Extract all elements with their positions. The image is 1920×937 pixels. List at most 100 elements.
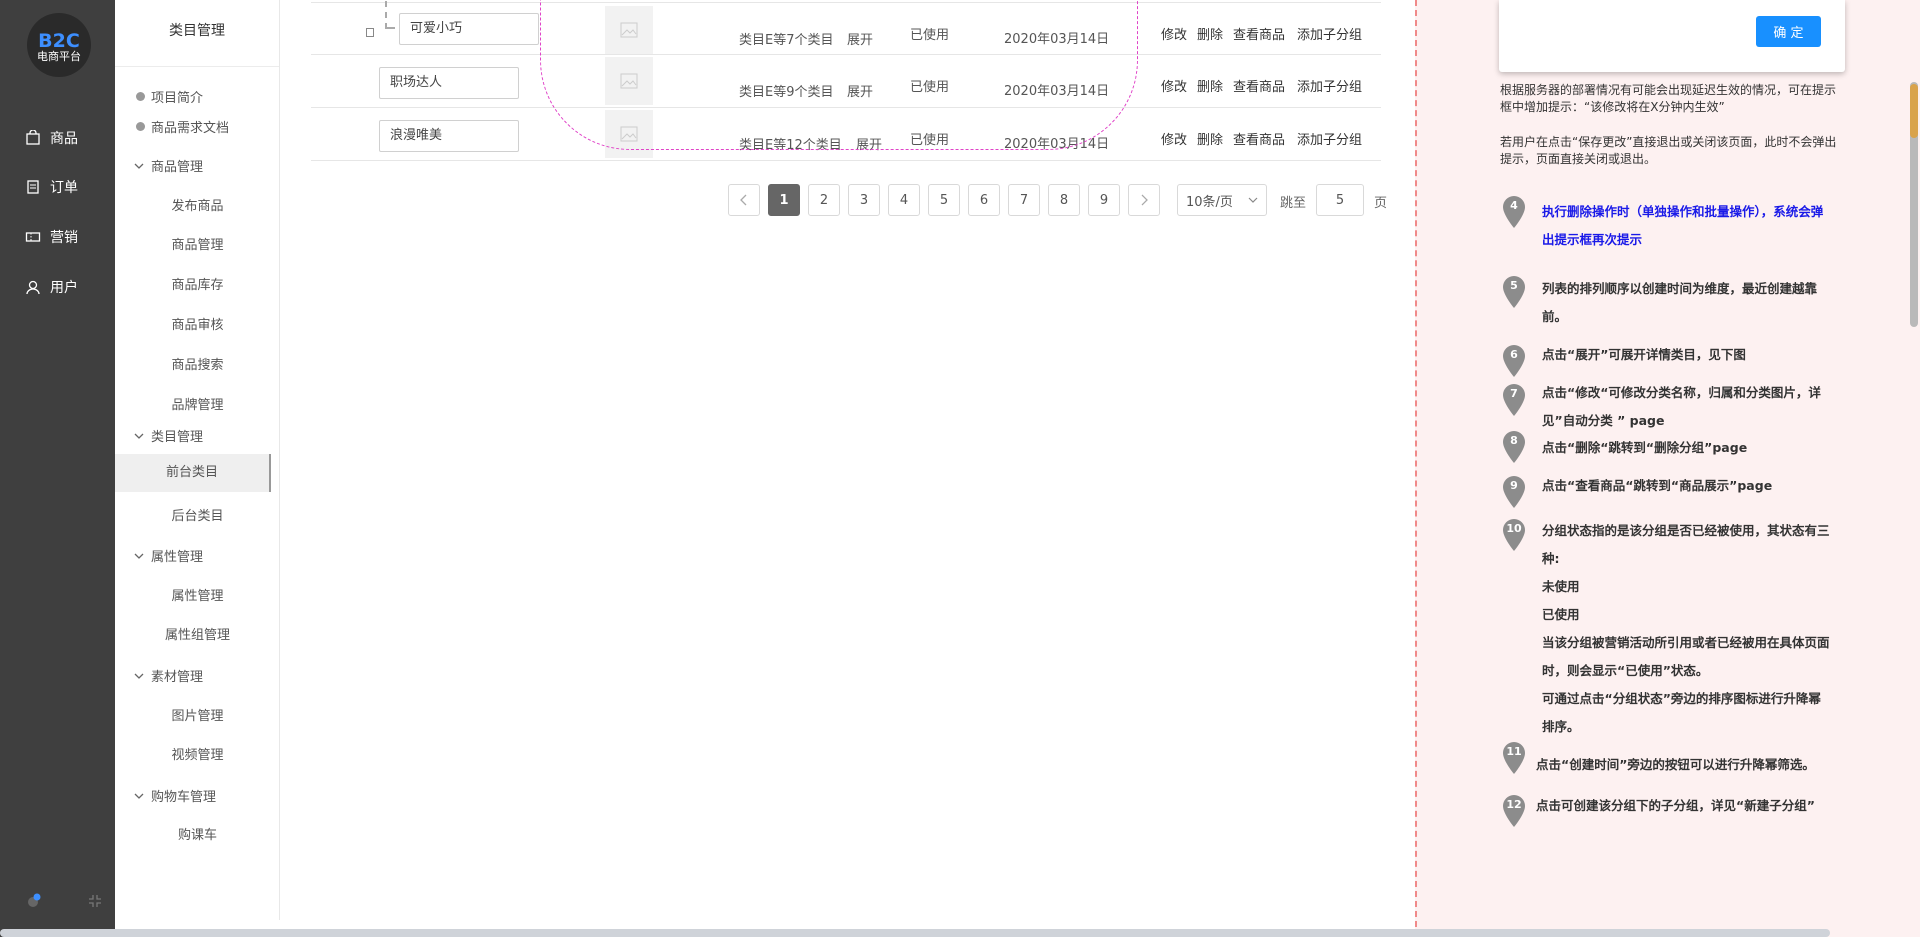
confirm-dialog: 确 定 [1499, 0, 1845, 72]
note-text: 列表的排列顺序以创建时间为维度，最近创建越靠前。 [1542, 281, 1818, 324]
chevron-down-icon [134, 673, 144, 679]
delete-link[interactable]: 删除 [1197, 24, 1223, 43]
table-row: 职场达人 类目E等9个类目 展开 已使用 2020年03月14日 修改 删除 查… [311, 55, 1381, 108]
nav-item-marketing[interactable]: 营销 [25, 224, 105, 250]
sidebar-item-review[interactable]: 商品审核 [115, 314, 280, 333]
annotation-pin: 4 [1502, 196, 1526, 228]
page-button[interactable]: 8 [1048, 184, 1080, 216]
category-name-field[interactable]: 可爱小巧 [399, 13, 539, 45]
edit-link[interactable]: 修改 [1161, 76, 1187, 95]
pin-number: 6 [1510, 348, 1518, 361]
expand-link[interactable]: 展开 [847, 29, 873, 48]
status-text: 已使用 [910, 80, 950, 95]
edit-link[interactable]: 修改 [1161, 24, 1187, 43]
sidebar-item-search[interactable]: 商品搜索 [115, 354, 280, 373]
annotation-pin: 6 [1502, 345, 1526, 377]
page-suffix: 页 [1374, 196, 1388, 211]
confirm-button[interactable]: 确 定 [1756, 16, 1821, 47]
jump-page-input[interactable]: 5 [1316, 184, 1364, 216]
chevron-down-icon [134, 553, 144, 559]
pin-number: 4 [1510, 199, 1518, 212]
page-button[interactable]: 7 [1008, 184, 1040, 216]
delete-link[interactable]: 删除 [1197, 76, 1223, 95]
category-name-field[interactable]: 浪漫唯美 [379, 120, 519, 152]
pin-number: 11 [1506, 745, 1522, 758]
sidebar-link-label: 商品需求文档 [151, 121, 230, 136]
nav-item-orders[interactable]: 订单 [25, 174, 105, 200]
edit-link[interactable]: 修改 [1161, 129, 1187, 148]
checkbox-icon[interactable] [366, 28, 374, 37]
sidebar-group-category[interactable]: 类目管理 [134, 426, 203, 445]
page-button[interactable]: 1 [768, 184, 800, 216]
help-icon[interactable] [25, 893, 41, 909]
page-button[interactable]: 2 [808, 184, 840, 216]
category-name-field[interactable]: 职场达人 [379, 67, 519, 99]
sidebar-item-front-category[interactable]: 前台类目 [115, 454, 271, 492]
add-subgroup-link[interactable]: 添加子分组 [1297, 129, 1362, 148]
view-goods-link[interactable]: 查看商品 [1233, 24, 1285, 43]
page-button[interactable]: 9 [1088, 184, 1120, 216]
annotation-pin: 7 [1502, 384, 1526, 416]
add-subgroup-link[interactable]: 添加子分组 [1297, 24, 1362, 43]
chevron-left-icon [740, 194, 747, 206]
scrollbar-thumb[interactable] [1910, 84, 1918, 138]
nav-label: 营销 [50, 230, 78, 246]
nav-item-users[interactable]: 用户 [25, 274, 105, 300]
sidebar-group-media[interactable]: 素材管理 [134, 666, 203, 685]
note-text: 点击“创建时间”旁边的按钮可以进行升降幂筛选。 [1536, 757, 1815, 772]
sidebar-item-videos[interactable]: 视频管理 [115, 744, 280, 763]
created-date: 2020年03月14日 [1004, 32, 1110, 47]
page-button[interactable]: 5 [928, 184, 960, 216]
sidebar-item-images[interactable]: 图片管理 [115, 705, 280, 724]
sidebar-item-attribute-group[interactable]: 属性组管理 [115, 624, 280, 643]
nav-item-goods[interactable]: 商品 [25, 125, 105, 151]
page-button[interactable]: 6 [968, 184, 1000, 216]
logo-text: B2C [38, 30, 80, 52]
sidebar-item-publish[interactable]: 发布商品 [115, 195, 280, 214]
created-date: 2020年03月14日 [1004, 84, 1110, 99]
annotation-pin: 11 [1502, 742, 1526, 774]
order-icon [27, 180, 39, 194]
group-label: 素材管理 [151, 670, 204, 685]
page-button[interactable]: 3 [848, 184, 880, 216]
sidebar-link-intro[interactable]: 项目简介 [136, 87, 203, 106]
status-option: 已使用 [1542, 607, 1580, 622]
group-label: 购物车管理 [151, 790, 217, 805]
subcategory-summary: 类目E等7个类目 [739, 33, 834, 48]
sidebar-group-goods[interactable]: 商品管理 [134, 156, 203, 175]
sidebar-item-brand[interactable]: 品牌管理 [115, 394, 280, 413]
sidebar-item-back-category[interactable]: 后台类目 [115, 505, 280, 524]
view-goods-link[interactable]: 查看商品 [1233, 76, 1285, 95]
sidebar-group-attributes[interactable]: 属性管理 [134, 546, 203, 565]
horizontal-scrollbar[interactable] [0, 929, 1830, 937]
collapse-icon[interactable] [87, 893, 103, 909]
sidebar-item-attribute-manage[interactable]: 属性管理 [115, 585, 280, 604]
sidebar-item-stock[interactable]: 商品库存 [115, 274, 280, 293]
nav-label: 订单 [50, 180, 78, 196]
jump-label: 跳至 [1280, 196, 1307, 211]
prev-page-button[interactable] [728, 184, 760, 216]
expand-link[interactable]: 展开 [856, 134, 882, 153]
note-text: 点击“查看商品“跳转到“商品展示”page [1542, 478, 1773, 493]
pin-number: 10 [1506, 522, 1522, 535]
annotation-pin: 12 [1502, 795, 1526, 827]
note-text: 分组状态指的是该分组是否已经被使用，其状态有三种: [1542, 523, 1830, 566]
page-button[interactable]: 4 [888, 184, 920, 216]
next-page-button[interactable] [1128, 184, 1160, 216]
sidebar-item-cart[interactable]: 购课车 [115, 824, 280, 843]
group-label: 属性管理 [151, 550, 204, 565]
page-size-select[interactable]: 10条/页 [1177, 184, 1267, 216]
sidebar-item-goods-manage[interactable]: 商品管理 [115, 234, 280, 253]
chevron-down-icon [134, 433, 144, 439]
category-image [605, 57, 653, 105]
add-subgroup-link[interactable]: 添加子分组 [1297, 76, 1362, 95]
sidebar-link-requirements[interactable]: 商品需求文档 [136, 117, 229, 136]
sidebar-group-cart[interactable]: 购物车管理 [134, 786, 216, 805]
expand-link[interactable]: 展开 [847, 81, 873, 100]
pin-number: 8 [1510, 434, 1518, 447]
pin-number: 5 [1510, 279, 1518, 292]
page-size-value: 10条/页 [1186, 194, 1233, 210]
group-label: 类目管理 [151, 430, 204, 445]
view-goods-link[interactable]: 查看商品 [1233, 129, 1285, 148]
delete-link[interactable]: 删除 [1197, 129, 1223, 148]
